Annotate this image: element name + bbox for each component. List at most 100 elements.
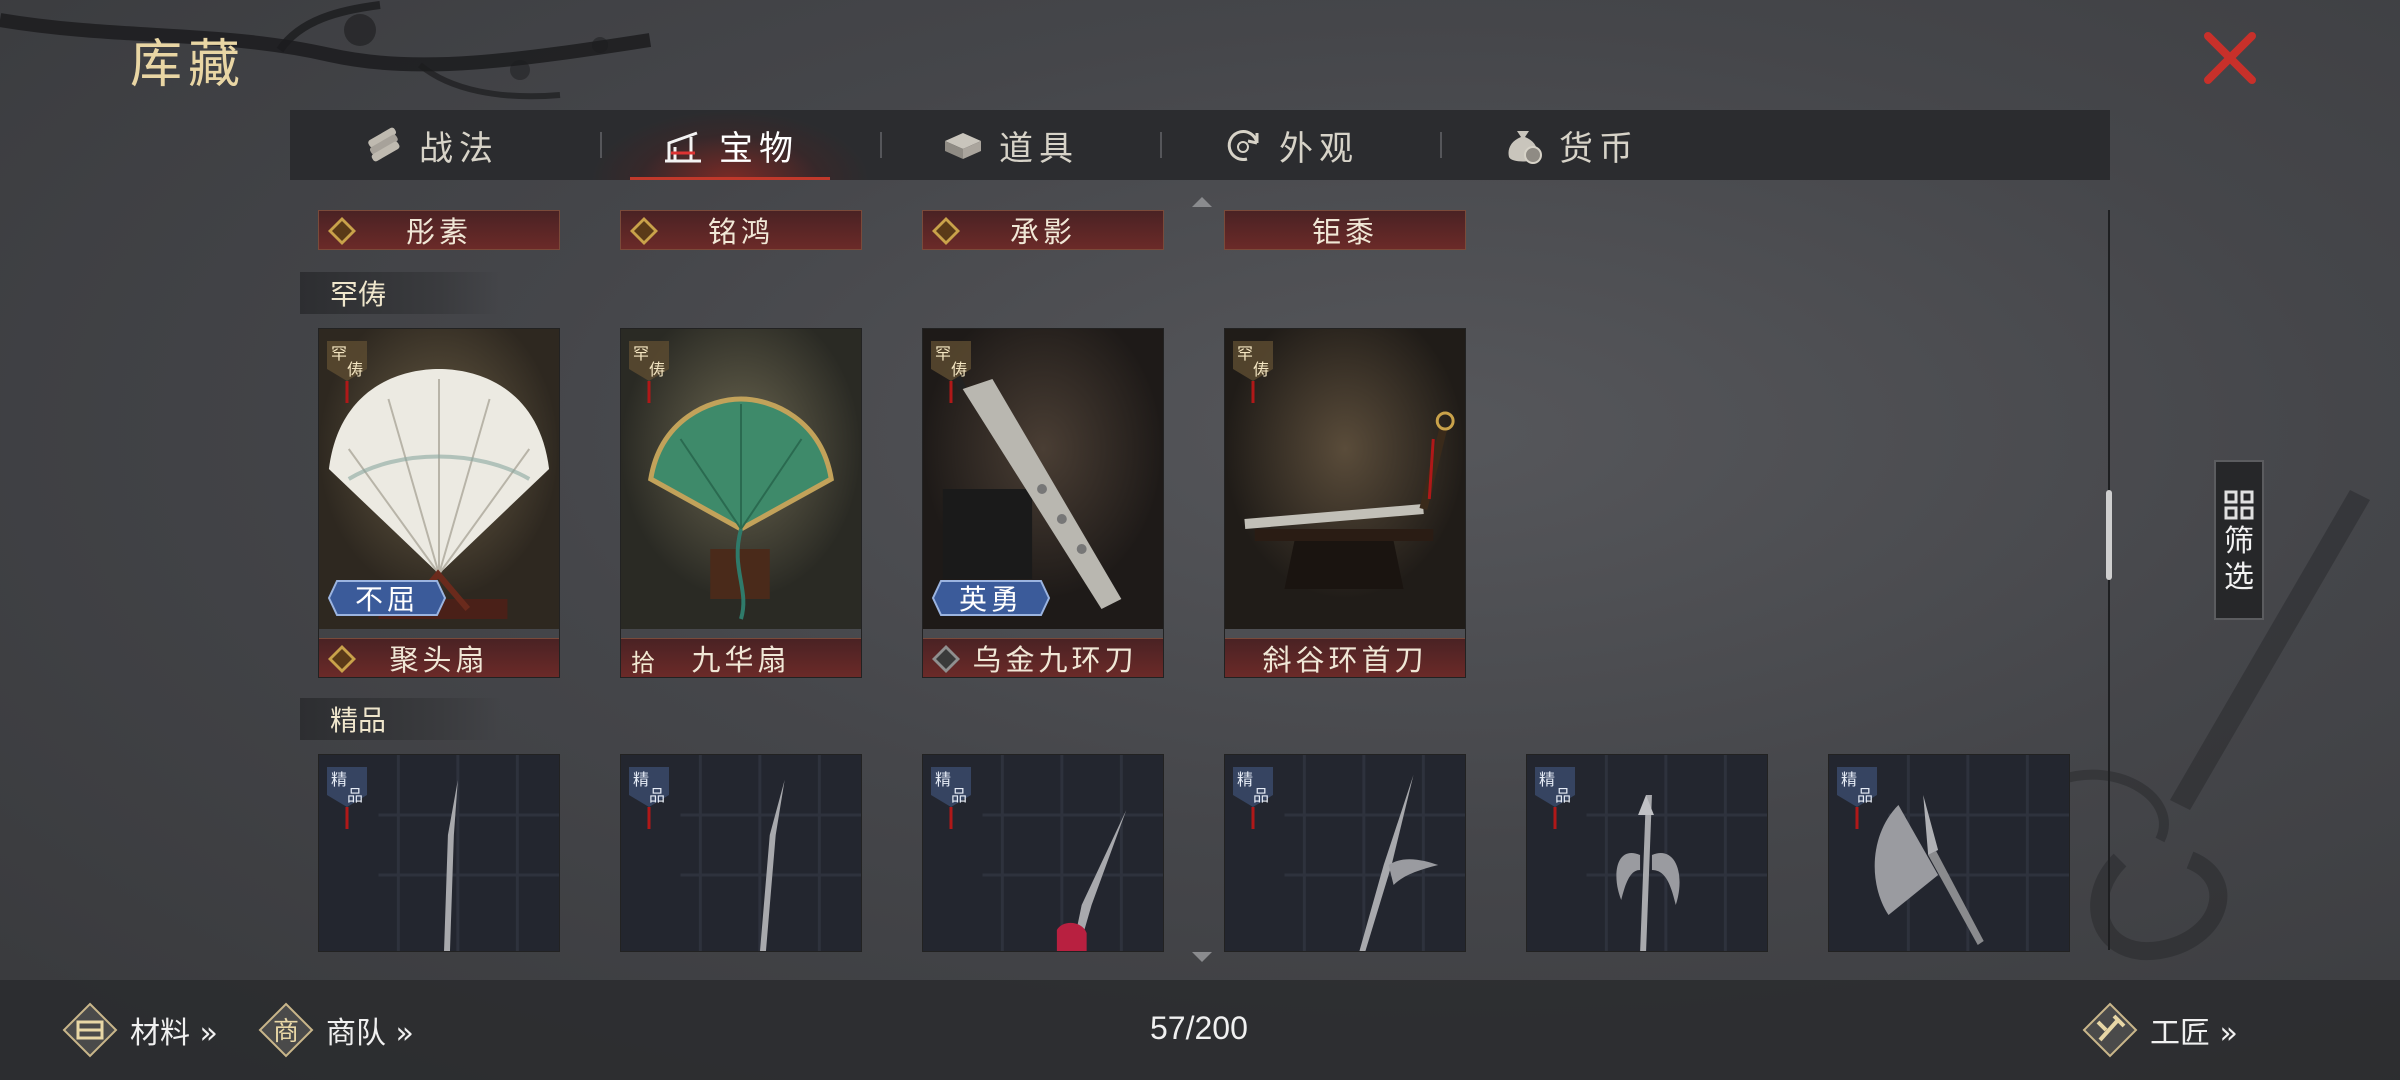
treasure-card[interactable]: 精 品 [1224,754,1466,952]
rare-tag-icon: 罕 俦 [327,341,367,403]
craftsman-button[interactable]: 工匠 » [2080,1000,2238,1060]
item-name-bar: 聚头扇 [319,638,559,677]
materials-button[interactable]: 材料 » [60,1000,218,1060]
filter-label: 筛选 [2224,524,2254,595]
svg-text:罕: 罕 [331,344,347,363]
section-header-fine: 精品 [300,698,500,740]
rare-tag-icon: 罕 俦 [629,341,669,403]
tab-currency-label: 货币 [1559,128,1639,169]
tab-treasures-label: 宝物 [719,128,799,169]
trait-label: 英勇 [958,583,1023,616]
item-name: 钜黍 [1311,215,1378,249]
svg-text:俦: 俦 [1253,360,1269,379]
item-name-bar: 斜谷环首刀 [1225,638,1465,677]
svg-text:商: 商 [273,1017,299,1047]
item-name: 聚头扇 [389,643,489,677]
item-name-bar: 乌金九环刀 [923,638,1163,677]
trait-badge: 不屈 [327,579,447,617]
svg-text:品: 品 [1857,786,1873,805]
svg-text:精: 精 [1841,770,1857,789]
tab-tactics-label: 战法 [419,128,499,169]
svg-text:罕: 罕 [935,344,951,363]
fine-tag-icon: 精 品 [327,767,367,829]
weapon-rack-icon [665,131,701,163]
tab-items-label: 道具 [999,128,1079,169]
quality-ji-icon [328,645,356,673]
quality-ji-icon [932,217,960,245]
svg-text:精: 精 [1237,770,1253,789]
svg-text:品: 品 [951,786,967,805]
scroll-bundle-icon [368,127,400,162]
treasure-card[interactable]: 精 品 [922,754,1164,952]
swirl-icon [1227,130,1259,161]
merchant-icon: 商 [258,1002,314,1058]
section-header-rare: 罕俦 [300,272,500,314]
tab-appearance[interactable]: 外观 [1150,110,1430,180]
treasure-card[interactable]: 罕 俦 斜谷环首刀 [1224,328,1466,678]
svg-text:品: 品 [1253,786,1269,805]
item-name: 斜谷环首刀 [1262,643,1428,677]
rare-tag-icon: 罕 俦 [1233,341,1273,403]
quality-ji-icon [328,217,356,245]
inventory-count: 57/200 [1150,1010,1248,1046]
caravan-button[interactable]: 商 商队 » [256,1000,414,1060]
treasure-card[interactable]: 罕 俦 英勇 乌金九环刀 [922,328,1164,678]
money-bag-icon [1508,131,1542,164]
svg-text:俦: 俦 [649,360,665,379]
item-name: 承影 [1009,215,1076,249]
rare-tag-icon: 罕 俦 [931,341,971,403]
treasure-card[interactable]: 罕 俦 不屈 聚头扇 [318,328,560,678]
page-title: 库藏 [130,35,247,95]
item-name: 乌金九环刀 [972,643,1138,677]
fine-tag-icon: 精 品 [1837,767,1877,829]
tab-treasures[interactable]: 宝物 [590,110,870,180]
item-name: 铭鸿 [707,215,774,249]
item-name-bar[interactable]: 彤素 [318,210,560,250]
craftsman-label: 工匠 » [2150,1016,2238,1051]
item-name: 九华扇 [691,643,791,677]
item-name-bar[interactable]: 钜黍 [1224,210,1466,250]
treasure-list: 彤素 铭鸿 承影 钜黍 罕俦 罕 俦 不屈 聚头扇 罕 俦 拾 九华扇 罕 俦 … [290,195,2110,965]
svg-text:品: 品 [1555,786,1571,805]
tab-tactics[interactable]: 战法 [290,110,570,180]
treasure-card[interactable]: 精 品 [1828,754,2070,952]
trait-badge: 英勇 [931,579,1051,617]
tab-appearance-label: 外观 [1279,128,1359,169]
quality-ji-icon [932,645,960,673]
tab-bar: 战法 宝物 道具 外观 货币 [290,110,2110,180]
svg-text:精: 精 [633,770,649,789]
svg-text:俦: 俦 [951,360,967,379]
item-name-bar: 拾 九华扇 [621,638,861,677]
svg-text:品: 品 [649,786,665,805]
fine-tag-icon: 精 品 [931,767,971,829]
chest-icon [945,133,981,159]
close-icon[interactable] [2200,28,2260,88]
materials-label: 材料 » [130,1016,218,1051]
quality-label: 拾 [631,649,659,677]
svg-text:品: 品 [347,786,363,805]
treasure-card[interactable]: 精 品 [620,754,862,952]
svg-text:精: 精 [1539,770,1555,789]
treasure-card[interactable]: 罕 俦 拾 九华扇 [620,328,862,678]
svg-text:精: 精 [331,770,347,789]
treasure-card[interactable]: 精 品 [1526,754,1768,952]
fine-tag-icon: 精 品 [629,767,669,829]
quality-ji-icon [630,217,658,245]
svg-text:罕: 罕 [1237,344,1253,363]
grid-filter-icon [2224,490,2254,520]
item-name: 彤素 [405,215,472,249]
tab-items[interactable]: 道具 [870,110,1150,180]
treasure-card[interactable]: 精 品 [318,754,560,952]
filter-button[interactable]: 筛选 [2214,460,2264,620]
svg-text:罕: 罕 [633,344,649,363]
caravan-label: 商队 » [326,1016,414,1051]
materials-icon [62,1002,118,1058]
craftsman-icon [2082,1002,2138,1058]
tab-currency[interactable]: 货币 [1430,110,1710,180]
trait-label: 不屈 [354,583,419,616]
item-name-bar[interactable]: 铭鸿 [620,210,862,250]
svg-text:精: 精 [935,770,951,789]
item-name-bar[interactable]: 承影 [922,210,1164,250]
svg-text:俦: 俦 [347,360,363,379]
fine-tag-icon: 精 品 [1535,767,1575,829]
